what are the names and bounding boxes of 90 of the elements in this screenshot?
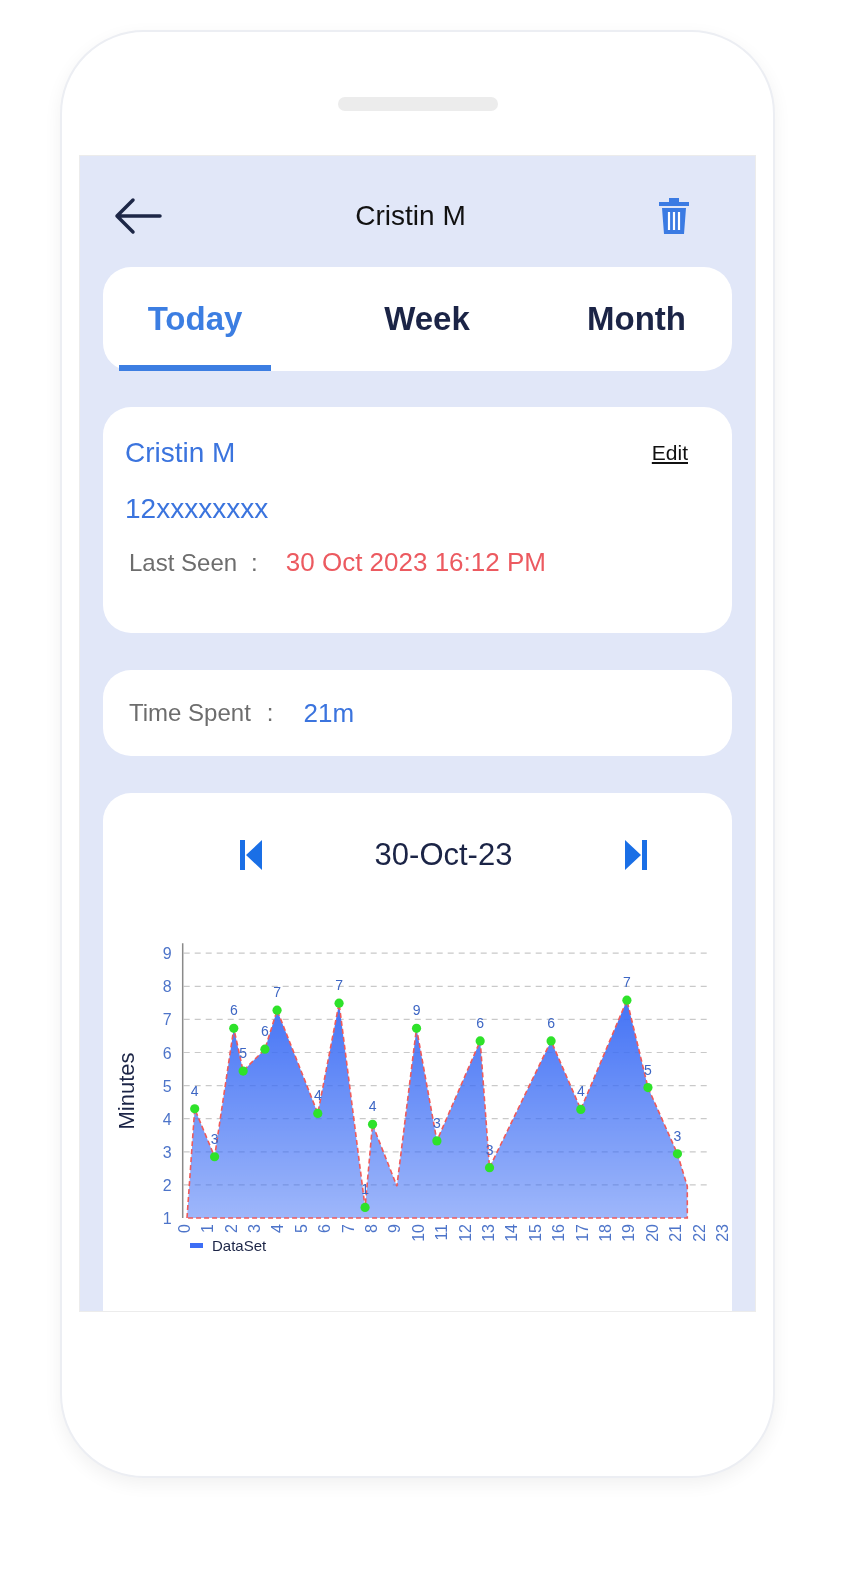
x-tick-label: 10 xyxy=(409,1224,427,1242)
y-axis-title: Minutes xyxy=(114,1052,139,1130)
x-tick-label: 17 xyxy=(573,1224,591,1242)
x-tick-label: 5 xyxy=(292,1224,310,1233)
data-point xyxy=(272,1005,282,1015)
x-tick-label: 19 xyxy=(620,1224,638,1242)
x-tick-label: 18 xyxy=(596,1224,614,1242)
data-point xyxy=(367,1119,378,1129)
x-tick-label: 13 xyxy=(479,1224,497,1242)
data-label: 9 xyxy=(412,1002,421,1019)
page-title: Cristin M xyxy=(355,200,466,232)
y-tick-label: 3 xyxy=(162,1143,172,1161)
x-tick-label: 16 xyxy=(550,1224,568,1242)
data-label: 6 xyxy=(547,1014,555,1031)
data-point xyxy=(622,995,632,1005)
data-label: 7 xyxy=(335,977,343,994)
x-tick-label: 9 xyxy=(386,1224,404,1233)
x-tick-label: 2 xyxy=(222,1224,240,1233)
data-point xyxy=(411,1023,422,1033)
data-label: 3 xyxy=(673,1127,682,1144)
period-tab[interactable]: Today xyxy=(119,267,271,371)
contact-name: Cristin M xyxy=(125,437,236,469)
data-label: 5 xyxy=(644,1061,652,1078)
data-point xyxy=(229,1023,239,1033)
data-label: 4 xyxy=(190,1082,199,1099)
x-tick-label: 15 xyxy=(526,1224,544,1242)
y-tick-label: 9 xyxy=(162,945,172,963)
data-point xyxy=(643,1083,653,1093)
data-label: 7 xyxy=(273,984,281,1001)
data-label: 6 xyxy=(476,1014,485,1031)
trash-icon[interactable] xyxy=(658,197,690,235)
x-tick-label: 23 xyxy=(713,1224,730,1242)
x-tick-label: 14 xyxy=(503,1224,521,1242)
data-label: 5 xyxy=(239,1045,248,1062)
back-arrow-icon[interactable] xyxy=(113,197,163,235)
x-tick-label: 4 xyxy=(269,1224,287,1233)
y-tick-label: 4 xyxy=(162,1110,172,1128)
separator-colon: : xyxy=(251,549,258,577)
time-spent-label: Time Spent xyxy=(129,699,251,727)
phone-number: 12xxxxxxxx xyxy=(125,493,269,525)
data-label: 7 xyxy=(623,974,631,991)
data-point xyxy=(360,1202,370,1212)
x-tick-label: 12 xyxy=(456,1224,474,1242)
y-tick-label: 5 xyxy=(162,1077,172,1095)
x-tick-label: 21 xyxy=(667,1224,685,1242)
data-label: 3 xyxy=(433,1114,441,1131)
data-label: 6 xyxy=(229,1002,238,1019)
data-point xyxy=(190,1104,200,1114)
data-point xyxy=(672,1149,683,1159)
last-seen-value: 30 Oct 2023 16:12 PM xyxy=(285,547,546,578)
data-point xyxy=(484,1163,495,1173)
legend-label: DataSet xyxy=(212,1237,267,1254)
x-tick-label: 6 xyxy=(316,1224,334,1233)
y-tick-label: 7 xyxy=(162,1011,172,1029)
previous-icon[interactable] xyxy=(240,840,262,870)
x-tick-label: 0 xyxy=(175,1224,193,1233)
x-tick-label: 20 xyxy=(643,1224,661,1242)
x-tick-label: 1 xyxy=(199,1224,217,1233)
data-point xyxy=(576,1104,586,1115)
x-tick-label: 3 xyxy=(245,1224,263,1233)
data-label: 3 xyxy=(210,1130,219,1147)
edit-link[interactable]: Edit xyxy=(651,441,688,465)
chart-date: 30-Oct-23 xyxy=(374,837,513,873)
data-point xyxy=(432,1136,442,1146)
last-seen-label: Last Seen xyxy=(129,549,238,577)
y-tick-label: 1 xyxy=(162,1210,172,1227)
data-point xyxy=(260,1044,270,1054)
y-tick-label: 8 xyxy=(162,978,172,996)
separator-colon: : xyxy=(266,699,274,727)
y-tick-label: 6 xyxy=(162,1044,172,1062)
data-label: 1 xyxy=(361,1181,369,1198)
data-label: 4 xyxy=(576,1083,585,1100)
x-tick-label: 22 xyxy=(690,1224,708,1242)
period-tab[interactable]: Month xyxy=(583,267,690,371)
data-label: 6 xyxy=(261,1023,269,1040)
data-point xyxy=(238,1066,248,1076)
period-tab[interactable]: Week xyxy=(380,267,474,371)
data-point xyxy=(313,1108,323,1118)
y-tick-label: 2 xyxy=(162,1176,172,1194)
data-point xyxy=(546,1036,556,1046)
legend-swatch xyxy=(190,1243,203,1248)
next-icon[interactable] xyxy=(625,840,647,870)
data-point xyxy=(334,998,344,1008)
x-tick-label: 8 xyxy=(362,1224,380,1233)
data-label: 4 xyxy=(368,1098,377,1115)
x-tick-label: 11 xyxy=(433,1224,451,1241)
x-tick-label: 7 xyxy=(339,1224,357,1233)
data-point xyxy=(475,1036,485,1046)
data-point xyxy=(210,1152,220,1162)
time-spent-value: 21m xyxy=(303,697,355,729)
